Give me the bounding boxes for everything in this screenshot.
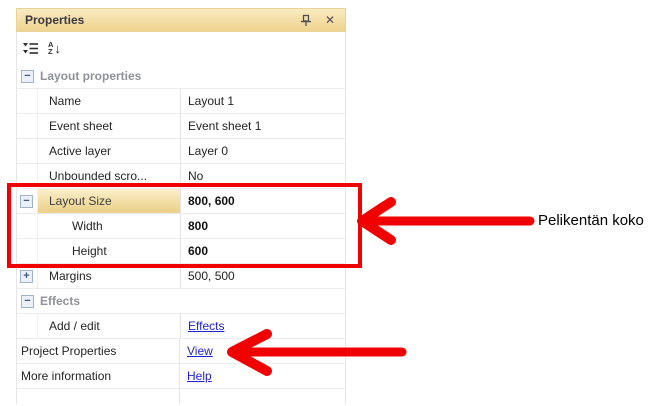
panel-body: A Z ↓ − Layout properties Name Layout 1 bbox=[16, 32, 346, 404]
property-label: Margins bbox=[38, 264, 180, 288]
row-gutter bbox=[17, 89, 38, 113]
row-gutter bbox=[17, 164, 38, 188]
section-label: Effects bbox=[40, 294, 80, 308]
row-gutter: + bbox=[17, 264, 38, 288]
subproperty-label: Height bbox=[38, 239, 180, 263]
property-row-unbounded-scrolling[interactable]: Unbounded scro... No bbox=[17, 164, 345, 189]
property-label: Unbounded scro... bbox=[38, 164, 180, 188]
property-value[interactable]: 800, 600 bbox=[180, 189, 345, 213]
properties-panel: Properties ✕ bbox=[16, 8, 346, 404]
collapse-icon[interactable]: − bbox=[21, 295, 34, 308]
row-gutter bbox=[17, 214, 38, 238]
property-row-name[interactable]: Name Layout 1 bbox=[17, 89, 345, 114]
row-label: Project Properties bbox=[17, 339, 179, 363]
collapse-icon[interactable]: − bbox=[21, 70, 34, 83]
annotation-callout-text: Pelikentän koko bbox=[538, 212, 644, 229]
property-value: Effects bbox=[180, 314, 345, 338]
sort-icon-letters: A Z bbox=[48, 41, 53, 56]
property-row-add-edit[interactable]: Add / edit Effects bbox=[17, 314, 345, 339]
effects-link[interactable]: Effects bbox=[188, 319, 224, 333]
property-label: Active layer bbox=[38, 139, 180, 163]
row-gutter bbox=[17, 114, 38, 138]
panel-title: Properties bbox=[25, 13, 299, 27]
property-value[interactable]: No bbox=[180, 164, 345, 188]
help-link[interactable]: Help bbox=[187, 369, 212, 383]
property-value[interactable]: 600 bbox=[180, 239, 345, 263]
property-row-active-layer[interactable]: Active layer Layer 0 bbox=[17, 139, 345, 164]
property-label-selected: Layout Size bbox=[38, 189, 180, 213]
property-value[interactable]: 500, 500 bbox=[180, 264, 345, 288]
sort-alphabetical-icon[interactable]: A Z ↓ bbox=[48, 41, 61, 56]
row-gutter bbox=[17, 239, 38, 263]
view-link[interactable]: View bbox=[187, 344, 213, 358]
row-gutter: − bbox=[17, 189, 38, 213]
empty-row bbox=[17, 389, 345, 404]
row-value: Help bbox=[179, 364, 345, 388]
panel-toolbar: A Z ↓ bbox=[17, 32, 345, 64]
row-project-properties[interactable]: Project Properties View bbox=[17, 339, 345, 364]
row-gutter bbox=[17, 314, 38, 338]
close-icon[interactable]: ✕ bbox=[323, 13, 337, 27]
subproperty-label: Width bbox=[38, 214, 180, 238]
property-value[interactable]: 800 bbox=[180, 214, 345, 238]
section-label: Layout properties bbox=[40, 69, 141, 83]
property-row-height[interactable]: Height 600 bbox=[17, 239, 345, 264]
row-value: View bbox=[179, 339, 345, 363]
property-row-width[interactable]: Width 800 bbox=[17, 214, 345, 239]
property-row-layout-size[interactable]: − Layout Size 800, 600 bbox=[17, 189, 345, 214]
screenshot-canvas: Properties ✕ bbox=[0, 0, 669, 406]
section-header-effects[interactable]: − Effects bbox=[17, 289, 345, 314]
property-row-margins[interactable]: + Margins 500, 500 bbox=[17, 264, 345, 289]
sort-icon-arrow: ↓ bbox=[54, 42, 61, 55]
collapse-icon[interactable]: − bbox=[20, 195, 33, 208]
pin-icon[interactable] bbox=[299, 13, 313, 27]
property-value[interactable]: Layer 0 bbox=[180, 139, 345, 163]
categorize-icon[interactable] bbox=[22, 41, 39, 56]
property-label: Add / edit bbox=[38, 314, 180, 338]
row-gutter bbox=[17, 139, 38, 163]
arrow-layout-size bbox=[362, 202, 530, 240]
titlebar-icons: ✕ bbox=[299, 13, 337, 27]
property-value[interactable]: Layout 1 bbox=[180, 89, 345, 113]
row-more-information[interactable]: More information Help bbox=[17, 364, 345, 389]
panel-titlebar: Properties ✕ bbox=[16, 8, 346, 32]
property-label: Event sheet bbox=[38, 114, 180, 138]
property-row-event-sheet[interactable]: Event sheet Event sheet 1 bbox=[17, 114, 345, 139]
expand-icon[interactable]: + bbox=[20, 270, 33, 283]
section-header-layout-properties[interactable]: − Layout properties bbox=[17, 64, 345, 89]
property-label: Name bbox=[38, 89, 180, 113]
property-value[interactable]: Event sheet 1 bbox=[180, 114, 345, 138]
row-label: More information bbox=[17, 364, 179, 388]
